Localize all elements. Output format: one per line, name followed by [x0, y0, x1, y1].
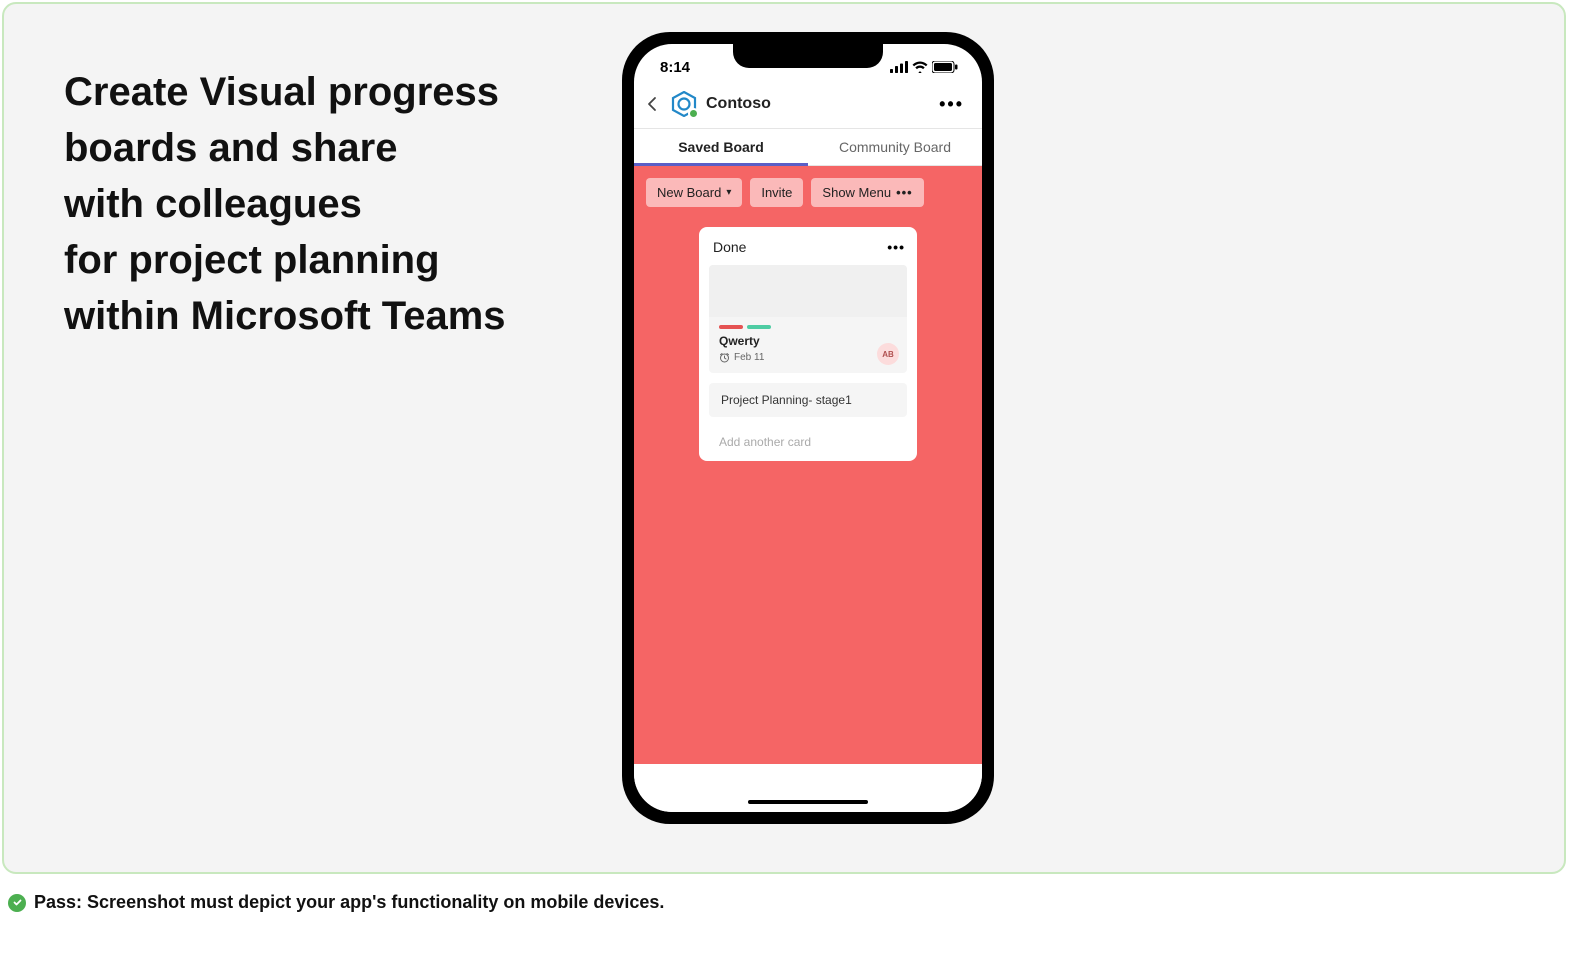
clock-icon	[719, 352, 730, 363]
board-card[interactable]: Qwerty Feb 11 AB	[709, 265, 907, 373]
tab-saved-board[interactable]: Saved Board	[634, 129, 808, 165]
headline-line: Create Visual progress	[64, 64, 506, 120]
app-header: Contoso •••	[634, 84, 982, 129]
showcase-frame: Create Visual progress boards and share …	[2, 2, 1566, 874]
battery-icon	[932, 61, 958, 73]
back-button[interactable]	[642, 94, 662, 114]
app-icon	[670, 90, 698, 118]
add-card-button[interactable]: Add another card	[709, 427, 907, 451]
headline-line: with colleagues	[64, 176, 506, 232]
avatar: AB	[877, 343, 899, 365]
column-more-button[interactable]: •••	[887, 239, 905, 255]
card-date: Feb 11	[734, 352, 764, 363]
pass-text: Pass: Screenshot must depict your app's …	[34, 892, 664, 913]
card-title: Qwerty	[719, 334, 897, 348]
phone-notch	[733, 44, 883, 68]
card-content: Qwerty Feb 11 AB	[709, 317, 907, 373]
home-indicator	[748, 800, 868, 804]
invite-label: Invite	[761, 185, 792, 200]
presence-badge	[688, 108, 699, 119]
app-title: Contoso	[706, 95, 925, 113]
headline-line: for project planning	[64, 232, 506, 288]
tag-red	[719, 325, 743, 329]
phone-screen: 8:14	[634, 44, 982, 812]
show-menu-button[interactable]: Show Menu •••	[811, 178, 923, 207]
chevron-left-icon	[646, 96, 658, 112]
status-icons	[890, 61, 958, 73]
board-column: Done ••• Qwerty	[699, 227, 917, 461]
column-title: Done	[713, 239, 746, 255]
phone-bottom-bar	[634, 764, 982, 812]
more-dots-icon: •••	[896, 185, 913, 200]
card-media	[709, 265, 907, 317]
validation-footer: Pass: Screenshot must depict your app's …	[8, 892, 664, 913]
pass-check-icon	[8, 894, 26, 912]
status-time: 8:14	[660, 59, 690, 76]
card-meta: Feb 11	[719, 352, 897, 363]
show-menu-label: Show Menu	[822, 185, 891, 200]
board-body: New Board ▾ Invite Show Menu ••• Done ••…	[634, 166, 982, 764]
board-card[interactable]: Project Planning- stage1	[709, 383, 907, 417]
headline-line: boards and share	[64, 120, 506, 176]
card-tags	[719, 325, 897, 329]
signal-icon	[890, 61, 908, 73]
tab-community-board[interactable]: Community Board	[808, 129, 982, 165]
invite-button[interactable]: Invite	[750, 178, 803, 207]
board-actions: New Board ▾ Invite Show Menu •••	[646, 178, 970, 207]
column-header: Done •••	[709, 239, 907, 265]
new-board-button[interactable]: New Board ▾	[646, 178, 742, 207]
phone-device-frame: 8:14	[622, 32, 994, 824]
wifi-icon	[912, 61, 928, 73]
tag-green	[747, 325, 771, 329]
tabs: Saved Board Community Board	[634, 129, 982, 166]
chevron-down-icon: ▾	[726, 187, 731, 198]
card-title: Project Planning- stage1	[721, 393, 852, 407]
new-board-label: New Board	[657, 185, 721, 200]
header-more-button[interactable]: •••	[933, 94, 970, 115]
headline-line: within Microsoft Teams	[64, 288, 506, 344]
headline: Create Visual progress boards and share …	[64, 64, 506, 344]
